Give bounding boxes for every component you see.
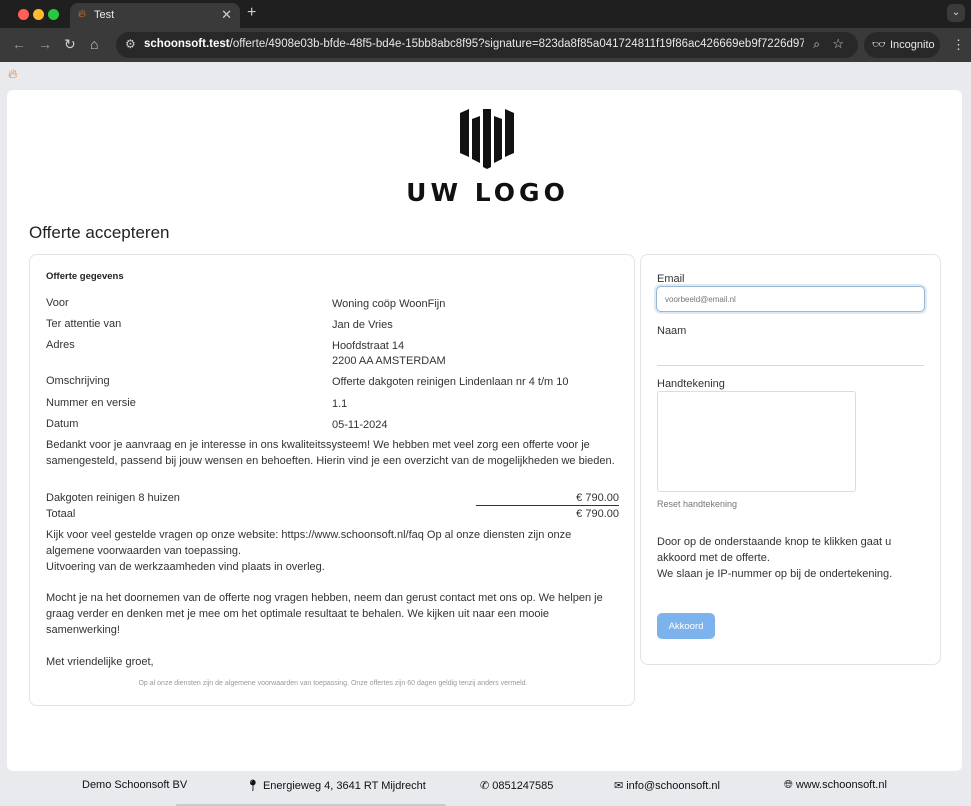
company-logo: UW LOGO xyxy=(405,107,570,207)
zoom-icon[interactable]: ⌕ xyxy=(813,37,820,52)
browser-tab-bar: 🔥︎ Test ✕ + ⌄ xyxy=(0,0,971,28)
email-field[interactable] xyxy=(656,286,925,312)
consent-text: Door op de onderstaande knop te klikken … xyxy=(657,536,893,580)
url-text[interactable]: schoonsoft.test/offerte/4908e03b-bfde-48… xyxy=(144,38,804,50)
envelope-icon: ✉ xyxy=(614,780,624,792)
window-minimize-button[interactable] xyxy=(33,9,44,20)
footer-company: Demo Schoonsoft BV xyxy=(82,779,188,791)
offer-details-panel: Offerte gegevens Voor Woning coöp WoonFi… xyxy=(29,254,635,706)
browser-tab[interactable]: 🔥︎ Test ✕ xyxy=(70,3,240,28)
footer-website[interactable]: 🌐︎ www.schoonsoft.nl xyxy=(784,779,887,792)
name-label: Naam xyxy=(657,325,687,337)
bookmark-star-icon[interactable]: ☆ xyxy=(832,36,844,52)
reset-signature-link[interactable]: Reset handtekening xyxy=(657,499,737,509)
phone-icon: ✆ xyxy=(480,780,490,792)
page-title: Offerte accepteren xyxy=(29,223,170,242)
footer-email[interactable]: ✉ info@schoonsoft.nl xyxy=(614,779,720,792)
forward-arrow-icon[interactable]: → xyxy=(38,36,52,52)
window-close-button[interactable] xyxy=(18,9,29,20)
flame-icon: 🔥︎ xyxy=(78,8,87,20)
greeting-text: Met vriendelijke groet, xyxy=(46,656,154,668)
total-divider xyxy=(476,505,619,506)
logo-text: UW LOGO xyxy=(406,178,569,207)
footer-phone[interactable]: ✆ 0851247585 xyxy=(480,779,553,792)
incognito-icon: 👓︎ xyxy=(872,39,886,51)
new-tab-icon[interactable]: + xyxy=(247,4,256,22)
close-tab-icon[interactable]: ✕ xyxy=(221,7,232,23)
terms-footnote: Op al onze diensten zijn de algemene voo… xyxy=(138,680,528,687)
incognito-badge[interactable]: 👓︎ Incognito xyxy=(864,32,940,58)
questions-text: Mocht je na het doornemen van de offerte… xyxy=(46,592,603,636)
section-title: Offerte gegevens xyxy=(46,271,124,282)
globe-icon: 🌐︎ xyxy=(784,779,793,791)
name-field[interactable] xyxy=(657,353,924,366)
signature-label: Handtekening xyxy=(657,378,725,390)
window-zoom-button[interactable] xyxy=(48,9,59,20)
reload-icon[interactable]: ↻ xyxy=(64,36,76,53)
email-label: Email xyxy=(657,273,685,285)
footer-address: 📍︎ Energieweg 4, 3641 RT Mijdrecht xyxy=(246,780,426,792)
site-settings-icon[interactable]: ⚙ xyxy=(125,37,136,51)
back-arrow-icon[interactable]: ← xyxy=(12,36,26,52)
tab-title: Test xyxy=(94,9,115,21)
accept-form-panel: Email Naam Handtekening Reset handtekeni… xyxy=(640,254,941,665)
execution-text: Uitvoering van de werkzaamheden vind pla… xyxy=(46,561,325,573)
address-bar[interactable]: ⚙ schoonsoft.test/offerte/4908e03b-bfde-… xyxy=(116,32,858,58)
home-icon[interactable]: ⌂ xyxy=(90,36,98,52)
page-footer: Demo Schoonsoft BV 📍︎ Energieweg 4, 3641 … xyxy=(0,771,971,806)
browser-toolbar: ← → ↻ ⌂ ⚙ schoonsoft.test/offerte/4908e0… xyxy=(0,28,971,62)
logo-mark-icon xyxy=(460,109,514,169)
faq-text: Kijk voor veel gestelde vragen op onze w… xyxy=(46,529,572,557)
signature-pad[interactable] xyxy=(657,391,856,492)
flame-icon: 🔥︎ xyxy=(8,66,18,81)
browser-menu-icon[interactable]: ⋮ xyxy=(952,37,965,53)
map-pin-icon: 📍︎ xyxy=(246,780,260,792)
chevron-down-icon[interactable]: ⌄ xyxy=(947,4,965,22)
accept-button[interactable]: Akkoord xyxy=(657,613,715,639)
intro-text: Bedankt voor je aanvraag en je interesse… xyxy=(46,439,615,467)
